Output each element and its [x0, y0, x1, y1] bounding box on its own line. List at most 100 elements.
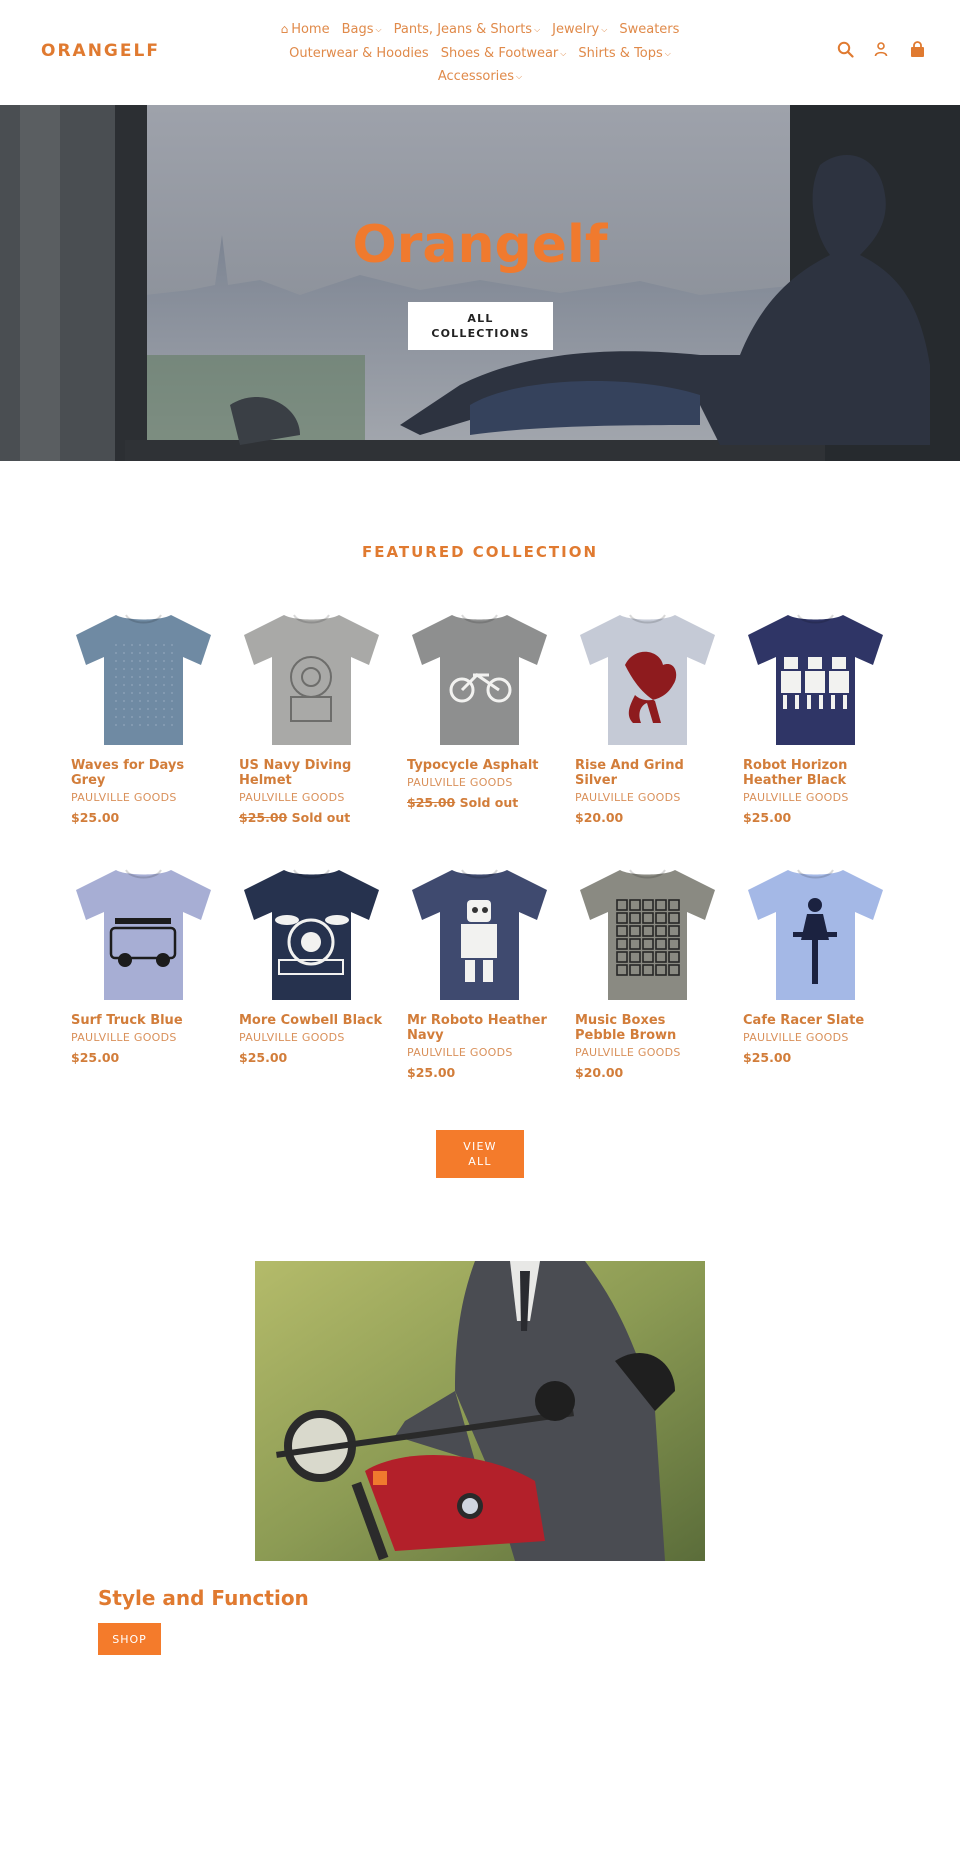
product-image[interactable]: [575, 860, 720, 1005]
feature-image: [255, 1261, 705, 1561]
account-icon[interactable]: [872, 40, 890, 58]
product-vendor: PAULVILLE GOODS: [71, 791, 177, 804]
product-card[interactable]: Mr Roboto Heather Navy PAULVILLE GOODS $25…: [407, 860, 552, 1080]
product-name[interactable]: Surf Truck Blue: [71, 1013, 216, 1028]
original-price: $25.00: [407, 795, 456, 810]
product-name[interactable]: US Navy Diving Helmet: [239, 758, 384, 788]
product-vendor: PAULVILLE GOODS: [743, 791, 849, 804]
nav-item-shoes-footwear[interactable]: Shoes & Footwear ⌵: [441, 43, 567, 67]
product-name[interactable]: More Cowbell Black: [239, 1013, 384, 1028]
product-vendor: PAULVILLE GOODS: [575, 791, 681, 804]
product-name[interactable]: Music Boxes Pebble Brown: [575, 1013, 720, 1043]
nav-item-label: Shoes & Footwear: [440, 45, 559, 61]
view-all-label-line1: VIEW: [463, 1140, 497, 1153]
hero-image: [0, 105, 960, 461]
all-collections-button[interactable]: ALL COLLECTIONS: [408, 302, 553, 350]
product-image[interactable]: [71, 605, 216, 750]
product-card[interactable]: US Navy Diving Helmet PAULVILLE GOODS $25.…: [239, 605, 384, 825]
nav-item-shirts-tops[interactable]: Shirts & Tops ⌵: [578, 43, 671, 67]
product-card[interactable]: Rise And Grind Silver PAULVILLE GOODS $20.…: [575, 605, 720, 825]
product-card[interactable]: More Cowbell Black PAULVILLE GOODS $25.00: [239, 860, 384, 1065]
price-value: $20.00: [575, 1065, 624, 1080]
chevron-down-icon: ⌵: [560, 48, 567, 58]
product-image[interactable]: [743, 605, 888, 750]
product-vendor: PAULVILLE GOODS: [743, 1031, 849, 1044]
chevron-down-icon: ⌵: [534, 25, 541, 34]
product-image[interactable]: [407, 860, 552, 1005]
product-price: $20.00: [575, 810, 720, 825]
product-card[interactable]: Typocycle Asphalt PAULVILLE GOODS $25.00 S…: [407, 605, 552, 810]
price-value: $25.00: [239, 1050, 288, 1065]
product-vendor: PAULVILLE GOODS: [407, 1046, 513, 1059]
cart-icon[interactable]: [908, 40, 926, 58]
sold-out-label: Sold out: [291, 810, 351, 825]
product-price: $25.00: [743, 810, 888, 825]
product-price: $20.00: [575, 1065, 720, 1080]
price-value: $25.00: [71, 1050, 120, 1065]
shop-button[interactable]: SHOP: [98, 1623, 161, 1655]
product-name[interactable]: Rise And Grind Silver: [575, 758, 720, 788]
product-image[interactable]: [71, 860, 216, 1005]
product-price: $25.00: [239, 1050, 384, 1065]
product-name[interactable]: Cafe Racer Slate: [743, 1013, 888, 1028]
chevron-down-icon: ⌵: [601, 25, 608, 34]
product-vendor: PAULVILLE GOODS: [575, 1046, 681, 1059]
product-image[interactable]: [743, 860, 888, 1005]
home-icon: ⌂: [280, 22, 289, 36]
site-logo[interactable]: ORANGELF: [41, 41, 160, 61]
chevron-down-icon: ⌵: [516, 72, 523, 81]
product-vendor: PAULVILLE GOODS: [239, 1031, 345, 1044]
price-value: $20.00: [575, 810, 624, 825]
nav-item-label: Pants, Jeans & Shorts: [393, 22, 533, 37]
nav-item-label: Jewelry: [552, 22, 600, 37]
nav-row: ⌂ Home Bags ⌵ Pants, Jeans & Shorts ⌵ Jewelry ⌵…: [230, 18, 730, 43]
product-image[interactable]: [575, 605, 720, 750]
price-value: $25.00: [743, 1050, 792, 1065]
nav-item-jewelry[interactable]: Jewelry ⌵: [552, 19, 607, 43]
chevron-down-icon: ⌵: [664, 48, 671, 58]
product-name[interactable]: Waves for Days Grey: [71, 758, 216, 788]
product-name[interactable]: Typocycle Asphalt: [407, 758, 552, 773]
nav-item-pants-jeans-shorts[interactable]: Pants, Jeans & Shorts ⌵: [394, 19, 541, 43]
price-value: $25.00: [743, 810, 792, 825]
sold-out-label: Sold out: [459, 795, 519, 810]
header-icons: [836, 40, 926, 58]
product-name[interactable]: Robot Horizon Heather Black: [743, 758, 888, 788]
product-vendor: PAULVILLE GOODS: [407, 776, 513, 789]
featured-collection-title: FEATURED COLLECTION: [361, 543, 599, 561]
product-image[interactable]: [239, 860, 384, 1005]
all-collections-label-line2: COLLECTIONS: [431, 327, 530, 340]
product-card[interactable]: Cafe Racer Slate PAULVILLE GOODS $25.00: [743, 860, 888, 1065]
nav-item-label: Outerwear & Hoodies: [289, 45, 429, 61]
product-price: $25.00 Sold out: [239, 810, 384, 825]
product-card[interactable]: Waves for Days Grey PAULVILLE GOODS $25.00: [71, 605, 216, 825]
product-vendor: PAULVILLE GOODS: [239, 791, 345, 804]
product-price: $25.00: [71, 1050, 216, 1065]
product-card[interactable]: Music Boxes Pebble Brown PAULVILLE GOODS $…: [575, 860, 720, 1080]
product-card[interactable]: Surf Truck Blue PAULVILLE GOODS $25.00: [71, 860, 216, 1065]
feature-title: Style and Function: [98, 1586, 309, 1610]
all-collections-label-line1: ALL: [467, 312, 494, 325]
product-name[interactable]: Mr Roboto Heather Navy: [407, 1013, 552, 1043]
hero-title: Orangelf: [352, 215, 608, 275]
view-all-button[interactable]: VIEW ALL: [436, 1130, 524, 1178]
nav-item-label: Sweaters: [619, 22, 680, 37]
product-image[interactable]: [407, 605, 552, 750]
product-price: $25.00: [407, 1065, 552, 1080]
nav-item-home[interactable]: ⌂ Home: [281, 18, 330, 42]
main-nav: ⌂ Home Bags ⌵ Pants, Jeans & Shorts ⌵ Jewelry ⌵…: [230, 18, 730, 90]
view-all-label-line2: ALL: [468, 1155, 492, 1168]
nav-item-label: Home: [291, 22, 330, 37]
product-image[interactable]: [239, 605, 384, 750]
nav-item-outerwear-hoodies[interactable]: Outerwear & Hoodies: [289, 43, 429, 66]
nav-item-label: Shirts & Tops: [578, 45, 663, 61]
nav-row: Outerwear & Hoodies Shoes & Footwear ⌵ Shir…: [230, 43, 730, 67]
nav-item-bags[interactable]: Bags ⌵: [342, 19, 382, 43]
product-price: $25.00 Sold out: [407, 795, 552, 810]
nav-item-accessories[interactable]: Accessories ⌵: [438, 66, 522, 90]
product-vendor: PAULVILLE GOODS: [71, 1031, 177, 1044]
product-card[interactable]: Robot Horizon Heather Black PAULVILLE GOO…: [743, 605, 888, 825]
search-icon[interactable]: [836, 40, 854, 58]
original-price: $25.00: [239, 810, 288, 825]
nav-item-sweaters[interactable]: Sweaters: [619, 19, 679, 42]
